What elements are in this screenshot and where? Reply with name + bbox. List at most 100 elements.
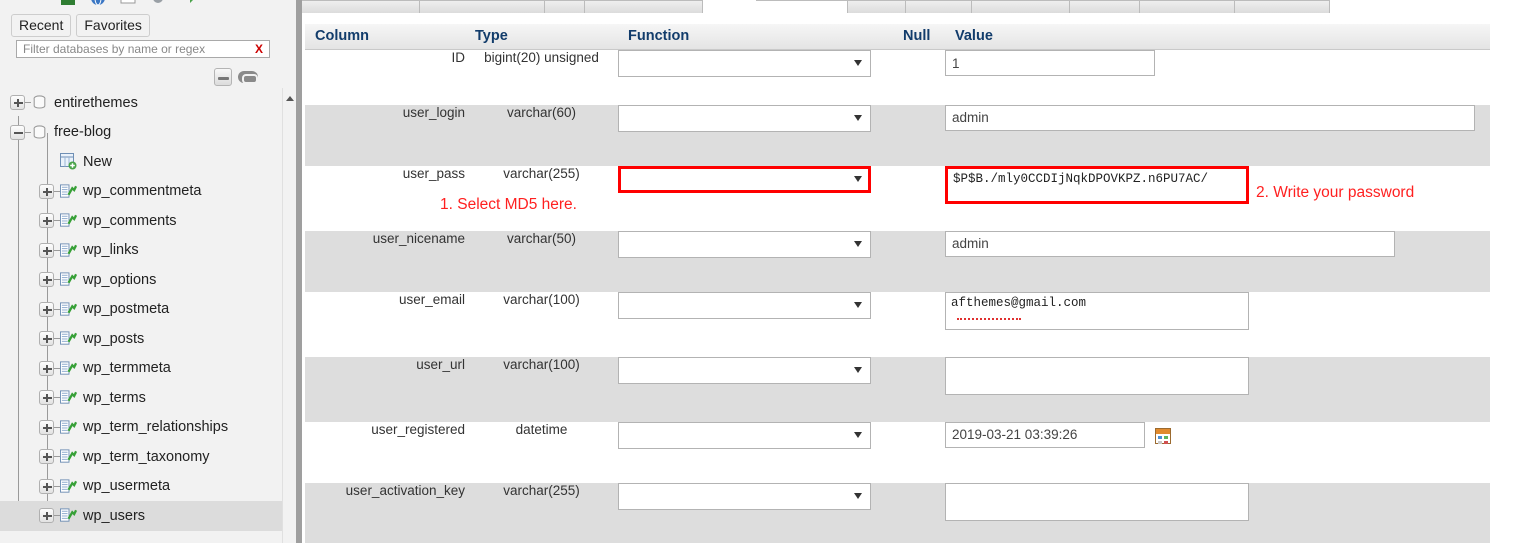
- cell-column-type: bigint(20) unsigned: [465, 49, 618, 105]
- tab-browse[interactable]: [302, 0, 420, 13]
- sidebar-item-wp-postmeta[interactable]: wp_postmeta: [0, 295, 282, 325]
- cell-null-checkbox: [893, 49, 945, 105]
- export-arrow-icon[interactable]: [180, 0, 196, 6]
- cell-column-name: user_url: [305, 356, 465, 422]
- function-select[interactable]: [618, 104, 871, 132]
- settings-gear-icon[interactable]: [150, 0, 166, 6]
- function-select[interactable]: [618, 50, 871, 77]
- expand-icon[interactable]: [39, 478, 54, 494]
- function-select[interactable]: [618, 291, 871, 319]
- clear-filter-icon[interactable]: X: [255, 42, 269, 56]
- cell-function: [618, 421, 893, 483]
- table-icon: [60, 272, 77, 286]
- expand-icon[interactable]: [39, 301, 54, 317]
- sidebar-item-wp-comments[interactable]: wp_comments: [0, 206, 282, 236]
- tab-sql[interactable]: [545, 0, 585, 13]
- expand-icon[interactable]: [39, 390, 54, 406]
- table-icon: [60, 508, 77, 522]
- sidebar-item-wp-commentmeta[interactable]: wp_commentmeta: [0, 177, 282, 207]
- sql-window-icon[interactable]: [120, 0, 136, 6]
- top-tab-strip: [302, 0, 1518, 13]
- value-input[interactable]: [945, 421, 1145, 448]
- cell-null-checkbox: [893, 230, 945, 292]
- function-select[interactable]: [618, 165, 871, 193]
- sidebar-item-wp-term-taxonomy[interactable]: wp_term_taxonomy: [0, 442, 282, 472]
- database-filter-input[interactable]: Filter databases by name or regex X: [16, 40, 270, 58]
- cell-function: [618, 165, 893, 231]
- sidebar-item-label: New: [83, 153, 113, 170]
- value-textarea[interactable]: [945, 356, 1249, 395]
- expand-icon[interactable]: [39, 419, 54, 435]
- sidebar-tabs: Recent Favorites: [11, 14, 150, 37]
- table-row: user_registered datetime: [305, 421, 1490, 483]
- tab-export[interactable]: [848, 0, 906, 13]
- expand-icon[interactable]: [39, 183, 54, 199]
- cell-column-name: user_activation_key: [305, 482, 465, 543]
- tab-favorites[interactable]: Favorites: [76, 14, 150, 37]
- home-icon[interactable]: [60, 0, 76, 6]
- tab-structure[interactable]: [420, 0, 545, 13]
- tab-privileges[interactable]: [972, 0, 1070, 13]
- cell-function: [618, 104, 893, 166]
- cell-value: [945, 230, 1490, 292]
- tab-triggers[interactable]: [1235, 0, 1330, 13]
- cell-null-checkbox: [893, 482, 945, 543]
- tab-search[interactable]: [585, 0, 703, 13]
- tab-operations[interactable]: [1070, 0, 1140, 13]
- expand-icon[interactable]: [39, 360, 54, 376]
- sidebar-item-wp-users[interactable]: wp_users: [0, 501, 282, 531]
- navigation-sidebar: Recent Favorites Filter databases by nam…: [0, 0, 296, 543]
- expand-icon[interactable]: [39, 242, 54, 258]
- value-textarea[interactable]: [945, 482, 1249, 521]
- sidebar-item-entirethemes[interactable]: entirethemes: [0, 88, 282, 118]
- sidebar-item-label: wp_users: [83, 507, 146, 524]
- insert-edit-table-wrap: Column Type Function Null Value ID bigint…: [305, 24, 1490, 543]
- table-icon: [60, 302, 77, 316]
- expand-icon[interactable]: [39, 331, 54, 347]
- sidebar-item-wp-terms[interactable]: wp_terms: [0, 383, 282, 413]
- cell-value: [945, 49, 1490, 105]
- table-icon: [60, 243, 77, 257]
- function-select[interactable]: [618, 356, 871, 384]
- sidebar-item-free-blog[interactable]: free-blog: [0, 118, 282, 148]
- expand-icon[interactable]: [39, 213, 54, 229]
- table-icon: [60, 479, 77, 493]
- value-textarea[interactable]: [945, 291, 1249, 330]
- tab-gap: [703, 0, 756, 13]
- scroll-up-arrow-icon[interactable]: [286, 96, 294, 101]
- value-textarea[interactable]: [945, 165, 1249, 204]
- sidebar-item-label: wp_termmeta: [83, 360, 171, 377]
- cell-column-type: datetime: [465, 421, 618, 483]
- expand-icon[interactable]: [39, 272, 54, 288]
- table-icon: [60, 213, 77, 227]
- value-input[interactable]: [945, 230, 1395, 257]
- tab-insert-active[interactable]: [756, 0, 848, 13]
- sidebar-item-wp-term-relationships[interactable]: wp_term_relationships: [0, 413, 282, 443]
- database-tree: entirethemes free-blog New wp_commentmeta wp…: [0, 88, 282, 543]
- link-with-main-panel-icon[interactable]: [238, 71, 258, 84]
- function-select[interactable]: [618, 230, 871, 258]
- expand-icon[interactable]: [39, 449, 54, 465]
- sidebar-item-wp-posts[interactable]: wp_posts: [0, 324, 282, 354]
- value-input[interactable]: [945, 50, 1155, 76]
- cell-value: [945, 421, 1490, 483]
- sidebar-item-wp-usermeta[interactable]: wp_usermeta: [0, 472, 282, 502]
- header-type: Type: [465, 24, 618, 50]
- sidebar-scrollbar[interactable]: [282, 88, 296, 543]
- collapse-all-icon[interactable]: [214, 68, 232, 86]
- calendar-icon[interactable]: [1155, 427, 1171, 444]
- sidebar-item-new[interactable]: New: [0, 147, 282, 177]
- value-input[interactable]: [945, 104, 1475, 131]
- function-select[interactable]: [618, 482, 871, 510]
- expand-icon[interactable]: [10, 95, 25, 111]
- collapse-icon[interactable]: [10, 124, 25, 140]
- sidebar-item-wp-links[interactable]: wp_links: [0, 236, 282, 266]
- tab-recent[interactable]: Recent: [11, 14, 72, 37]
- globe-icon[interactable]: [90, 0, 106, 6]
- function-select[interactable]: [618, 421, 871, 449]
- expand-icon[interactable]: [39, 508, 54, 524]
- tab-tracking[interactable]: [1140, 0, 1235, 13]
- sidebar-item-wp-termmeta[interactable]: wp_termmeta: [0, 354, 282, 384]
- tab-import[interactable]: [906, 0, 972, 13]
- sidebar-item-wp-options[interactable]: wp_options: [0, 265, 282, 295]
